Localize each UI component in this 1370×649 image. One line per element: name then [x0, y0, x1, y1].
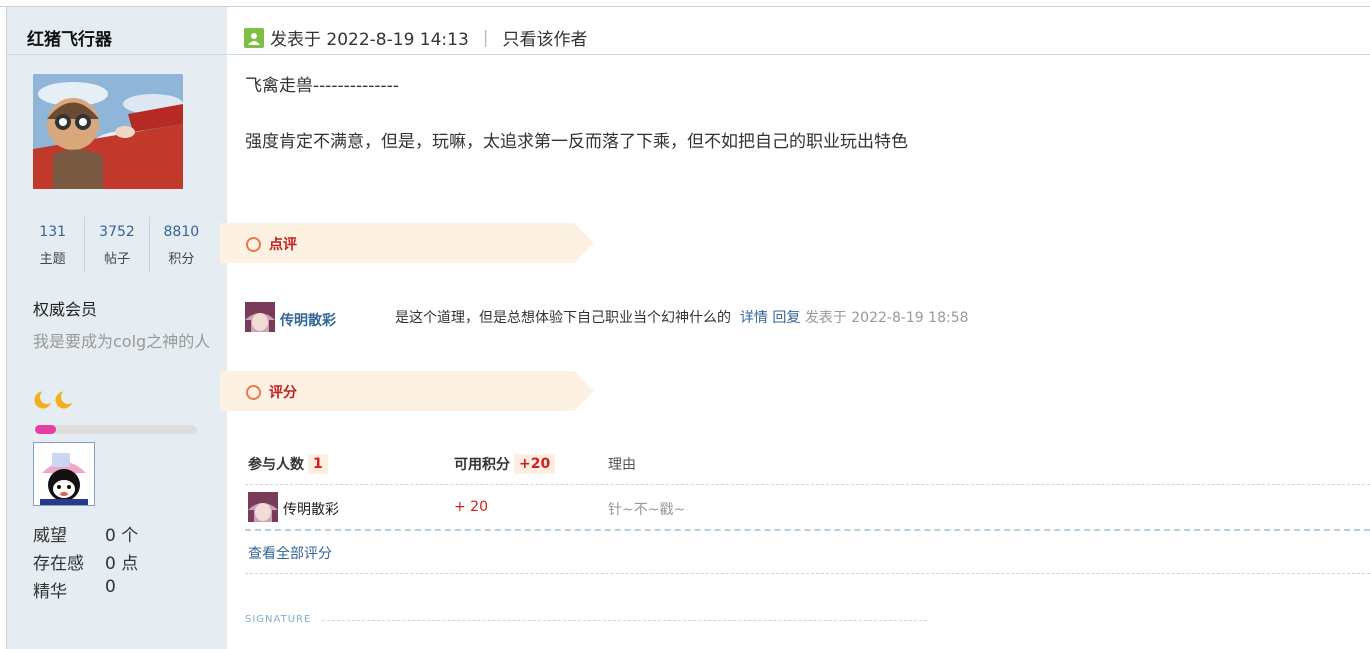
only-author-link[interactable]: 只看该作者 — [503, 25, 588, 50]
post-time: 发表于 2022-8-19 14:13 — [270, 30, 469, 50]
rating-user[interactable]: 传明散彩 — [283, 499, 339, 519]
rating-score: + 20 — [454, 499, 488, 515]
section-circle-icon — [246, 236, 261, 252]
signature-label: SIGNATURE — [245, 614, 312, 625]
comment-detail-link[interactable]: 详情 — [740, 310, 768, 326]
rating-section-title: 评分 — [246, 382, 297, 402]
section-circle-icon — [246, 384, 261, 400]
stat-credits-label: 积分 — [168, 252, 195, 267]
comments-section-title: 点评 — [246, 234, 297, 254]
rating-title-text: 评分 — [269, 385, 297, 401]
moon-icon — [34, 390, 53, 409]
rating-divider — [245, 484, 1370, 485]
user-custom-title: 我是要成为colg之神的人 — [33, 332, 211, 351]
post-status-icon — [244, 27, 264, 48]
points-header: 可用积分 +20 — [454, 454, 556, 474]
comments-title-text: 点评 — [269, 237, 297, 253]
stat-posts-label: 帖子 — [103, 252, 130, 267]
stat-threads[interactable]: 131 主题 — [21, 217, 84, 273]
level-progress-bar — [35, 425, 197, 434]
rating-footer-divider — [245, 573, 1370, 574]
profile-presence: 存在感 0 点 — [33, 549, 138, 574]
profile-prestige-key: 威望 — [33, 526, 67, 546]
comment-user[interactable]: 传明散彩 — [280, 310, 336, 330]
post-content-line: 强度肯定不满意，但是，玩嘛，太追求第一反而落了下乘，但不如把自己的职业玩出特色 — [245, 132, 908, 152]
rating-row: 传明散彩 + 20 针~不~戳~ — [248, 492, 1368, 524]
rating-divider-strong — [245, 529, 1370, 531]
rating-avatar[interactable] — [248, 492, 278, 522]
comment-body: 是这个道理，但是总想体验下自己职业当个幻神什么的 详情 回复 发表于 2022-… — [395, 307, 969, 327]
comment-time: 发表于 2022-8-19 18:58 — [804, 310, 969, 326]
comment-reply-link[interactable]: 回复 — [772, 310, 800, 326]
medal-badge[interactable] — [33, 442, 95, 506]
stat-threads-value[interactable]: 131 — [21, 224, 84, 240]
comments-section-header: 点评 — [220, 223, 594, 263]
participants-count: 1 — [308, 454, 328, 474]
comment-item: 传明散彩 是这个道理，但是总想体验下自己职业当个幻神什么的 详情 回复 发表于 … — [245, 302, 1345, 332]
author-avatar[interactable] — [33, 74, 183, 189]
view-all-ratings-link[interactable]: 查看全部评分 — [248, 543, 332, 563]
stat-posts[interactable]: 3752 帖子 — [84, 217, 148, 273]
level-stars — [33, 390, 74, 410]
rating-table-header: 参与人数 1 可用积分 +20 理由 — [248, 451, 1368, 475]
author-stats: 131 主题 3752 帖子 8810 积分 — [21, 217, 213, 273]
post-header: 发表于 2022-8-19 14:13 | 只看该作者 — [244, 25, 588, 50]
reason-header: 理由 — [608, 457, 636, 473]
profile-digest-key: 精华 — [33, 582, 67, 602]
profile-digest-value: 0 — [105, 577, 116, 597]
comment-avatar[interactable] — [245, 302, 275, 332]
stat-credits[interactable]: 8810 积分 — [148, 217, 213, 273]
author-sidebar: 红猪飞行器 131 主题 3752 帖子 8810 积分 权威会员 我是要成为c… — [7, 7, 227, 649]
profile-presence-value: 0 点 — [105, 554, 139, 574]
moon-icon — [55, 390, 74, 409]
header-separator: | — [482, 27, 489, 48]
stat-credits-value[interactable]: 8810 — [150, 224, 213, 240]
profile-digest: 精华 0 — [33, 577, 116, 602]
points-label: 可用积分 — [454, 457, 510, 473]
user-group[interactable]: 权威会员 — [33, 296, 97, 320]
stat-posts-value[interactable]: 3752 — [85, 224, 148, 240]
stat-threads-label: 主题 — [39, 252, 66, 267]
comment-text: 是这个道理，但是总想体验下自己职业当个幻神什么的 — [395, 310, 731, 326]
level-progress-fill — [35, 425, 57, 434]
profile-prestige: 威望 0 个 — [33, 521, 138, 546]
post-header-divider — [228, 54, 1370, 55]
profile-prestige-value: 0 个 — [105, 526, 139, 546]
points-total: +20 — [514, 454, 556, 474]
rating-section-header: 评分 — [220, 371, 594, 411]
sidebar-divider — [7, 54, 227, 55]
post-content-line: 飞禽走兽-------------- — [245, 76, 399, 96]
participants-label: 参与人数 — [248, 457, 304, 473]
profile-presence-key: 存在感 — [33, 554, 84, 574]
rating-reason: 针~不~戳~ — [608, 502, 686, 518]
participants-header: 参与人数 1 — [248, 454, 328, 474]
author-name[interactable]: 红猪飞行器 — [27, 25, 112, 50]
signature-divider — [322, 620, 927, 621]
